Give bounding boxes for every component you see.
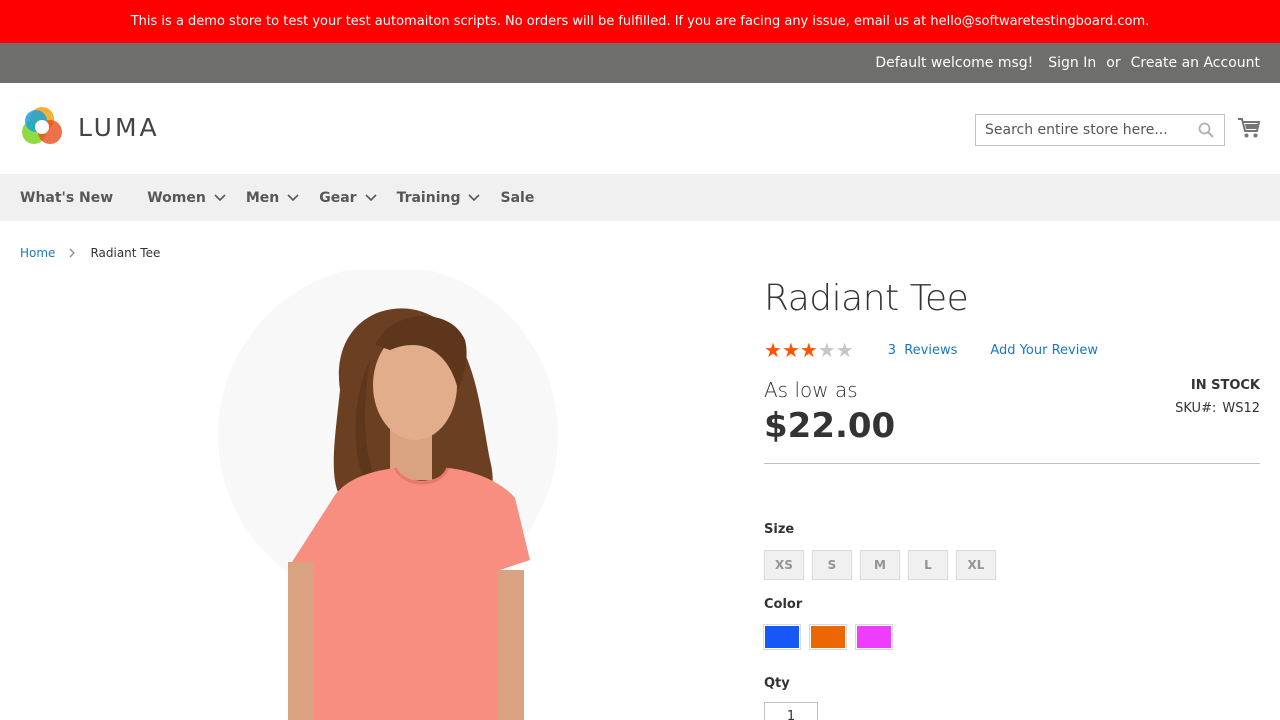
chevron-down-icon <box>364 193 377 201</box>
star-icon: ★ <box>835 338 854 362</box>
nav-gear[interactable]: Gear <box>319 189 377 206</box>
sku-value: WS12 <box>1222 401 1260 416</box>
cart-icon[interactable] <box>1237 117 1261 143</box>
color-swatch-blue[interactable] <box>763 624 801 650</box>
size-option-l[interactable]: L <box>908 550 948 580</box>
reviews-label: Reviews <box>904 342 958 358</box>
product-title: Radiant Tee <box>764 278 969 319</box>
size-option-xs[interactable]: XS <box>764 550 804 580</box>
luma-logo[interactable]: LUMA <box>20 105 160 149</box>
chevron-down-icon <box>287 193 299 201</box>
search-input[interactable] <box>976 116 1186 144</box>
size-option-xl[interactable]: XL <box>956 550 996 580</box>
nav-label: Men <box>245 189 280 206</box>
stock-status: IN STOCK <box>1190 378 1260 393</box>
as-low-as-label: As low as <box>764 378 858 402</box>
rating-stars: ★ ★ ★ ★ ★ <box>764 338 854 362</box>
size-option-m[interactable]: M <box>860 550 900 580</box>
reviews-link[interactable]: 3 Reviews <box>888 343 958 358</box>
reviews-count: 3 <box>887 342 896 358</box>
product-price: $22.00 <box>764 406 896 446</box>
or-separator: or <box>1106 55 1121 71</box>
nav-label: What's New <box>20 189 114 206</box>
product-image[interactable] <box>200 265 580 720</box>
demo-store-banner: This is a demo store to test your test a… <box>0 0 1280 43</box>
color-swatch-purple[interactable] <box>855 624 893 650</box>
nav-women[interactable]: Women <box>147 190 226 206</box>
breadcrumb-home-link[interactable]: Home <box>20 246 55 260</box>
divider <box>764 463 1260 464</box>
nav-label: Women <box>147 189 206 206</box>
breadcrumb: Home Radiant Tee <box>20 246 160 260</box>
nav-men[interactable]: Men <box>246 190 299 206</box>
welcome-message: Default welcome msg! <box>875 55 1034 71</box>
color-swatch-orange[interactable] <box>809 624 847 650</box>
star-icon: ★ <box>764 338 782 362</box>
add-review-link[interactable]: Add Your Review <box>990 343 1098 358</box>
sign-in-link[interactable]: Sign In <box>1048 55 1096 71</box>
star-icon: ★ <box>781 338 800 362</box>
size-label: Size <box>764 522 795 537</box>
nav-training[interactable]: Training <box>397 190 481 206</box>
size-option-s[interactable]: S <box>812 550 852 580</box>
product-info: Radiant Tee ★ ★ ★ ★ ★ 3 Reviews Add Your… <box>763 278 1260 720</box>
color-options <box>763 624 893 650</box>
size-options: XS S M L XL <box>764 550 996 580</box>
demo-banner-text: This is a demo store to test your test a… <box>130 14 1150 29</box>
breadcrumb-current: Radiant Tee <box>90 246 161 260</box>
nav-label: Gear <box>319 189 357 206</box>
create-account-link[interactable]: Create an Account <box>1131 55 1260 71</box>
nav-sale[interactable]: Sale <box>500 190 534 206</box>
nav-whats-new[interactable]: What's New <box>20 190 113 206</box>
chevron-right-icon <box>69 248 76 258</box>
chevron-down-icon <box>214 193 226 201</box>
star-icon: ★ <box>799 338 818 362</box>
top-bar: Default welcome msg! Sign In or Create a… <box>0 43 1280 83</box>
rating-row: ★ ★ ★ ★ ★ 3 Reviews Add Your Review <box>764 338 1098 362</box>
sku-row: SKU#: WS12 <box>1175 401 1260 416</box>
logo-text: LUMA <box>78 112 160 142</box>
search-box <box>975 114 1225 146</box>
chevron-down-icon <box>468 193 481 201</box>
qty-input[interactable]: 1 <box>764 702 818 720</box>
star-icon: ★ <box>817 338 836 362</box>
main-navigation: What's New Women Men Gear Training Sale <box>0 174 1280 221</box>
color-label: Color <box>764 597 803 612</box>
site-header: LUMA <box>0 83 1280 174</box>
nav-label: Training <box>396 189 461 206</box>
sku-label: SKU#: <box>1175 401 1217 416</box>
luma-logo-icon <box>22 107 62 144</box>
search-icon[interactable] <box>1198 122 1214 142</box>
nav-label: Sale <box>500 189 535 206</box>
qty-label: Qty <box>764 676 790 691</box>
